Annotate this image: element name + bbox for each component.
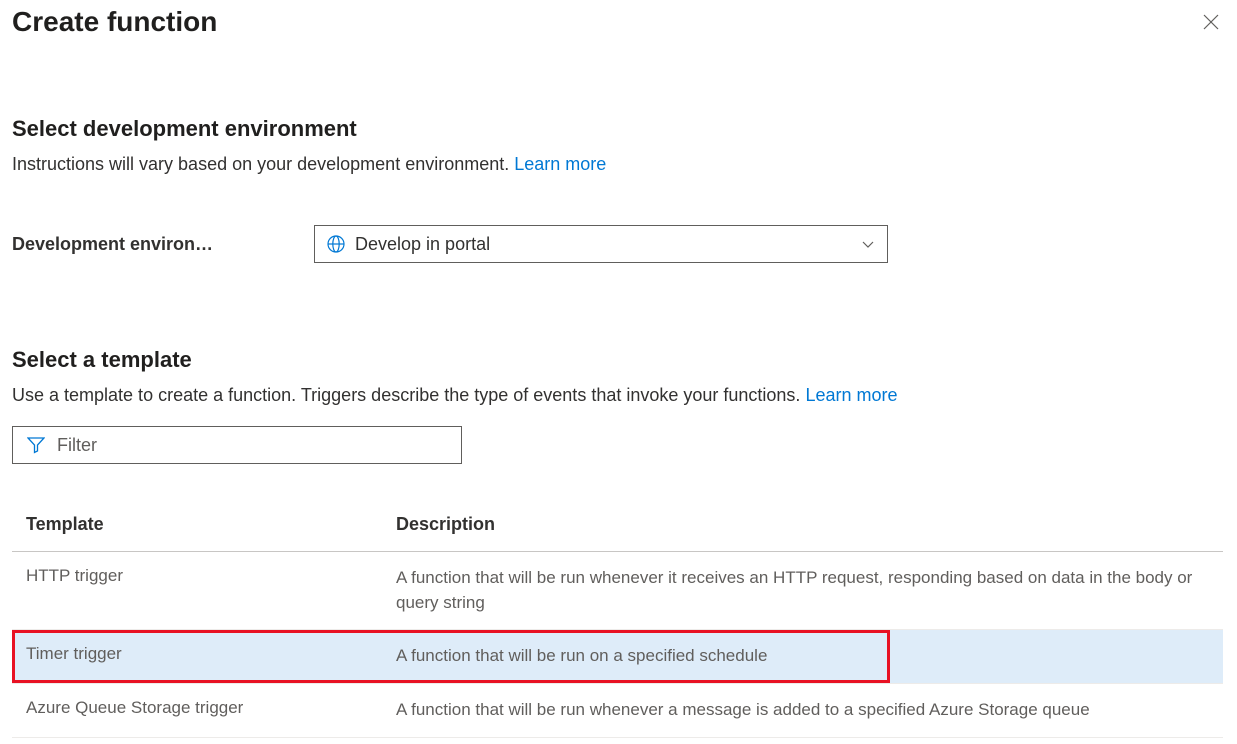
row-template-desc: A function that will be run whenever it …	[396, 566, 1209, 615]
filter-box[interactable]	[12, 426, 462, 464]
template-learn-more-link[interactable]: Learn more	[805, 385, 897, 405]
filter-icon	[27, 436, 45, 454]
env-field-row: Development environ… Develop in portal	[12, 225, 1225, 263]
row-template-name: HTTP trigger	[26, 566, 396, 615]
col-header-template: Template	[26, 514, 396, 535]
env-description-text: Instructions will vary based on your dev…	[12, 154, 509, 174]
env-label: Development environ…	[12, 234, 314, 255]
chevron-down-icon	[861, 237, 875, 251]
template-description: Use a template to create a function. Tri…	[12, 385, 1225, 406]
template-table-area: Template Description HTTP triggerA funct…	[12, 498, 1225, 744]
table-row[interactable]: Timer triggerA function that will be run…	[12, 630, 1223, 684]
env-heading: Select development environment	[12, 116, 1225, 142]
page-title: Create function	[12, 6, 217, 38]
col-header-description: Description	[396, 514, 1209, 535]
env-dropdown-value: Develop in portal	[355, 234, 490, 255]
close-button[interactable]	[1197, 8, 1225, 36]
row-template-name: Azure Queue Storage trigger	[26, 698, 396, 723]
table-header-row: Template Description	[12, 498, 1223, 552]
filter-input[interactable]	[57, 435, 447, 456]
row-template-desc: A function that will be run on a specifi…	[396, 644, 1209, 669]
row-template-desc: A function that will be run whenever a m…	[396, 698, 1209, 723]
globe-icon	[327, 235, 345, 253]
row-template-name: Timer trigger	[26, 644, 396, 669]
create-function-panel: Create function Select development envir…	[0, 0, 1237, 744]
env-dropdown[interactable]: Develop in portal	[314, 225, 888, 263]
template-heading: Select a template	[12, 347, 1225, 373]
template-table[interactable]: Template Description HTTP triggerA funct…	[12, 498, 1225, 744]
table-row[interactable]: HTTP triggerA function that will be run …	[12, 552, 1223, 630]
close-icon	[1203, 14, 1219, 30]
table-row[interactable]: Azure Queue Storage triggerA function th…	[12, 684, 1223, 738]
dropdown-value-wrap: Develop in portal	[327, 234, 490, 255]
panel-header: Create function	[12, 6, 1225, 38]
env-description: Instructions will vary based on your dev…	[12, 154, 1225, 175]
env-learn-more-link[interactable]: Learn more	[514, 154, 606, 174]
template-description-text: Use a template to create a function. Tri…	[12, 385, 800, 405]
